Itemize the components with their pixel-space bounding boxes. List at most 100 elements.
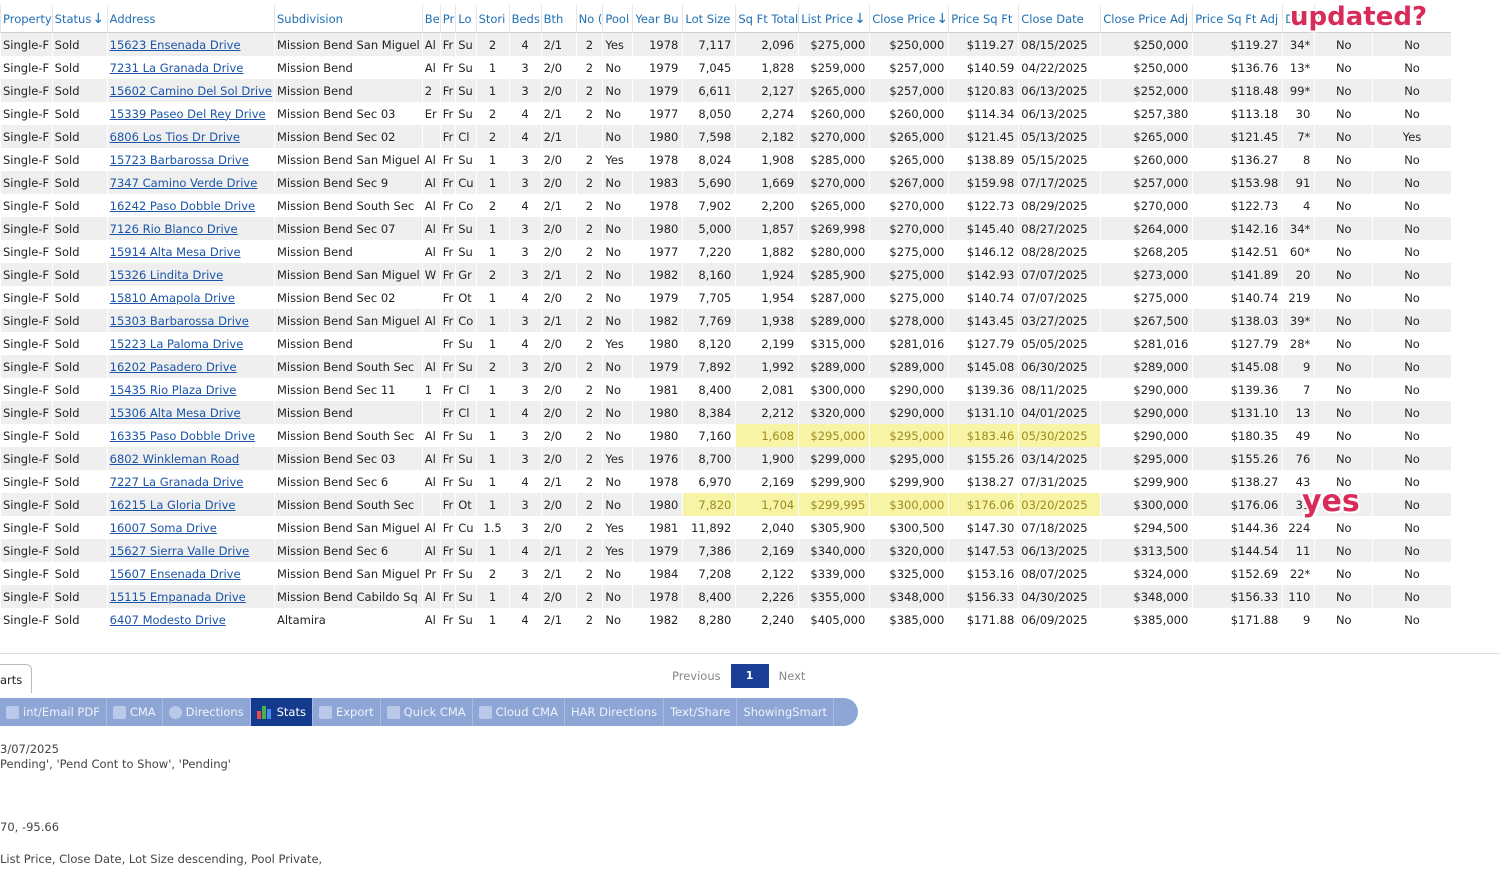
cell-subdivision: Mission Bend: [274, 240, 423, 263]
column-header-psfadj[interactable]: Price Sq Ft Adj: [1192, 5, 1283, 33]
column-header-list[interactable]: List Price: [798, 5, 870, 33]
column-header-subdivision[interactable]: Subdivision: [274, 5, 423, 33]
table-row[interactable]: Single-F Sold 16242 Paso Dobble Drive Missi…: [0, 194, 1451, 217]
column-header-pool[interactable]: Pool: [602, 5, 633, 33]
column-header-bth[interactable]: Bth: [540, 5, 577, 33]
address-link[interactable]: 6407 Modesto Drive: [110, 613, 226, 627]
table-row[interactable]: Single-F Sold 7227 La Granada Drive Mission…: [0, 470, 1451, 493]
cell-l: Co: [455, 309, 477, 332]
cell-year: 1979: [632, 56, 683, 79]
cell-status: Sold: [51, 493, 108, 516]
compass-icon: [168, 705, 182, 719]
table-row[interactable]: Single-F Sold 15339 Paseo Del Rey Drive Mis…: [0, 102, 1451, 125]
address-link[interactable]: 15810 Amapola Drive: [110, 291, 235, 305]
cell-no: 2: [575, 608, 603, 631]
address-link[interactable]: 15303 Barbarossa Drive: [110, 314, 249, 328]
address-link[interactable]: 15602 Camino Del Sol Drive: [110, 84, 272, 98]
table-row[interactable]: Single-F Sold 15306 Alta Mesa Drive Mission…: [0, 401, 1451, 424]
toolbar-button-export[interactable]: Export: [313, 698, 381, 726]
table-row[interactable]: Single-F Sold 7231 La Granada Drive Mission…: [0, 56, 1451, 79]
address-link[interactable]: 16335 Paso Dobble Drive: [110, 429, 255, 443]
table-row[interactable]: Single-F Sold 7126 Rio Blanco Drive Mission…: [0, 217, 1451, 240]
address-link[interactable]: 15623 Ensenada Drive: [110, 38, 241, 52]
toolbar-button-stats[interactable]: Stats: [250, 698, 313, 726]
address-link[interactable]: 15723 Barbarossa Drive: [110, 153, 249, 167]
address-link[interactable]: 7227 La Granada Drive: [110, 475, 244, 489]
toolbar-button-cma[interactable]: CMA: [107, 698, 163, 726]
address-link[interactable]: 15223 La Paloma Drive: [110, 337, 244, 351]
column-header-l[interactable]: Lo: [455, 5, 477, 33]
column-header-beds[interactable]: Beds: [508, 5, 542, 33]
table-row[interactable]: Single-F Sold 15623 Ensenada Drive Mission …: [0, 32, 1451, 56]
address-link[interactable]: 6806 Los Tios Dr Drive: [110, 130, 240, 144]
cell-subdivision: Altamira: [274, 608, 423, 631]
column-header-sqft[interactable]: Sq Ft Total: [735, 5, 799, 33]
table-row[interactable]: Single-F Sold 15810 Amapola Drive Mission B…: [0, 286, 1451, 309]
cell-list: $299,900: [798, 470, 870, 493]
address-link[interactable]: 15326 Lindita Drive: [110, 268, 224, 282]
column-header-cdate[interactable]: Close Date: [1018, 5, 1101, 33]
toolbar-button-label: Directions: [185, 705, 244, 719]
tab-charts[interactable]: arts: [0, 664, 32, 693]
column-header-type[interactable]: Property: [0, 5, 53, 33]
table-row[interactable]: Single-F Sold 15914 Alta Mesa Drive Mission…: [0, 240, 1451, 263]
address-link[interactable]: 15914 Alta Mesa Drive: [110, 245, 241, 259]
address-link[interactable]: 16215 La Gloria Drive: [110, 498, 236, 512]
address-link[interactable]: 15435 Rio Plaza Drive: [110, 383, 237, 397]
table-row[interactable]: Single-F Sold 6407 Modesto Drive Altamira Al…: [0, 608, 1451, 631]
toolbar-button-har-directions[interactable]: HAR Directions: [565, 698, 665, 726]
column-header-cpadj[interactable]: Close Price Adj: [1100, 5, 1193, 33]
toolbar-button-showingsmart[interactable]: ShowingSmart: [737, 698, 835, 726]
address-link[interactable]: 7231 La Granada Drive: [110, 61, 244, 75]
table-row[interactable]: Single-F Sold 16335 Paso Dobble Drive Missi…: [0, 424, 1451, 447]
address-link[interactable]: 6802 Winkleman Road: [110, 452, 240, 466]
table-row[interactable]: Single-F Sold 6802 Winkleman Road Mission B…: [0, 447, 1451, 470]
table-row[interactable]: Single-F Sold 15303 Barbarossa Drive Missio…: [0, 309, 1451, 332]
cell-year: 1982: [632, 309, 683, 332]
column-header-close[interactable]: Close Price: [869, 5, 949, 33]
address-link[interactable]: 16202 Pasadero Drive: [110, 360, 237, 374]
toolbar-button-quick-cma[interactable]: Quick CMA: [381, 698, 473, 726]
current-page-button[interactable]: 1: [730, 664, 769, 688]
table-row[interactable]: Single-F Sold 15607 Ensenada Drive Mission …: [0, 562, 1451, 585]
table-row[interactable]: Single-F Sold 15723 Barbarossa Drive Missio…: [0, 148, 1451, 171]
table-row[interactable]: Single-F Sold 16215 La Gloria Drive Mission…: [0, 493, 1451, 516]
table-row[interactable]: Single-F Sold 6806 Los Tios Dr Drive Missio…: [0, 125, 1451, 148]
address-link[interactable]: 15115 Empanada Drive: [110, 590, 246, 604]
address-link[interactable]: 7347 Camino Verde Drive: [110, 176, 258, 190]
previous-page-link[interactable]: Previous: [672, 669, 721, 683]
toolbar-button-cloud-cma[interactable]: Cloud CMA: [473, 698, 565, 726]
toolbar-button-int-email-pdf[interactable]: int/Email PDF: [0, 698, 107, 726]
table-row[interactable]: Single-F Sold 15115 Empanada Drive Mission …: [0, 585, 1451, 608]
table-row[interactable]: Single-F Sold 7347 Camino Verde Drive Missi…: [0, 171, 1451, 194]
table-row[interactable]: Single-F Sold 16007 Soma Drive Mission Bend…: [0, 516, 1451, 539]
table-row[interactable]: Single-F Sold 15223 La Paloma Drive Mission…: [0, 332, 1451, 355]
address-link[interactable]: 15607 Ensenada Drive: [110, 567, 241, 581]
column-header-lot[interactable]: Lot Size: [682, 5, 736, 33]
column-header-p[interactable]: Pr: [439, 5, 456, 33]
address-link[interactable]: 15306 Alta Mesa Drive: [110, 406, 241, 420]
address-link[interactable]: 7126 Rio Blanco Drive: [110, 222, 238, 236]
column-header-address[interactable]: Address: [106, 5, 275, 33]
cell-l: Su: [455, 562, 477, 585]
toolbar-button-directions[interactable]: Directions: [163, 698, 251, 726]
table-row[interactable]: Single-F Sold 15435 Rio Plaza Drive Mission…: [0, 378, 1451, 401]
column-header-year[interactable]: Year Bu: [632, 5, 683, 33]
address-link[interactable]: 15627 Sierra Valle Drive: [110, 544, 250, 558]
column-header-status[interactable]: Status: [51, 5, 108, 33]
address-link[interactable]: 16007 Soma Drive: [110, 521, 217, 535]
column-header-no[interactable]: No (: [575, 5, 603, 33]
table-row[interactable]: Single-F Sold 16202 Pasadero Drive Mission …: [0, 355, 1451, 378]
next-page-link[interactable]: Next: [779, 669, 806, 683]
cell-lot: 6,611: [682, 79, 736, 102]
cell-address: 15602 Camino Del Sol Drive: [106, 79, 275, 102]
column-header-ppsf[interactable]: Price Sq Ft: [948, 5, 1019, 33]
address-link[interactable]: 16242 Paso Dobble Drive: [110, 199, 255, 213]
table-row[interactable]: Single-F Sold 15602 Camino Del Sol Drive Mi…: [0, 79, 1451, 102]
table-row[interactable]: Single-F Sold 15326 Lindita Drive Mission B…: [0, 263, 1451, 286]
toolbar-button-text-share[interactable]: Text/Share: [664, 698, 738, 726]
column-header-stories[interactable]: Stori: [475, 5, 510, 33]
column-header-b[interactable]: Be: [421, 5, 441, 33]
table-row[interactable]: Single-F Sold 15627 Sierra Valle Drive Miss…: [0, 539, 1451, 562]
address-link[interactable]: 15339 Paseo Del Rey Drive: [110, 107, 266, 121]
